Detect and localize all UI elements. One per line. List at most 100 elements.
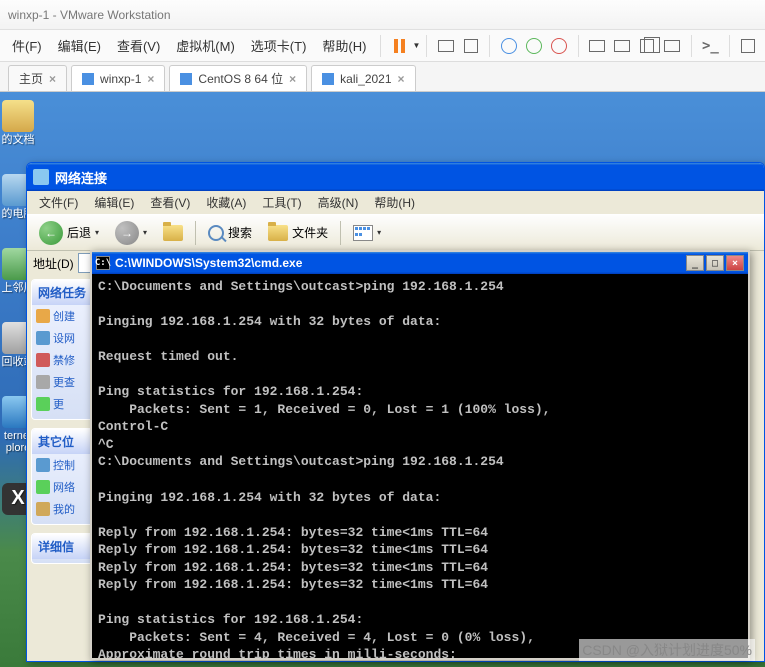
folder-icon: [268, 225, 288, 241]
snapshot-button[interactable]: [460, 34, 481, 58]
clock-icon: [551, 38, 567, 54]
sep: [380, 35, 381, 57]
close-button[interactable]: ×: [726, 255, 744, 271]
view-stretch-button[interactable]: [662, 34, 683, 58]
folders-label: 文件夹: [292, 224, 328, 241]
watermark: CSDN @入狱计划进度50%: [579, 639, 755, 661]
search-button[interactable]: 搜索: [202, 219, 258, 247]
close-icon[interactable]: ×: [398, 72, 405, 86]
netconn-toolbar: ←后退 ▾ → ▾ 搜索 文件夹 ▾: [27, 215, 764, 251]
pause-icon: [394, 39, 405, 53]
close-icon[interactable]: ×: [49, 72, 56, 86]
tab-home[interactable]: 主页 ×: [8, 65, 67, 91]
task-icon: [36, 331, 50, 345]
back-label: 后退: [67, 224, 91, 241]
link-label: 更查: [53, 374, 75, 390]
maximize-button[interactable]: □: [706, 255, 724, 271]
link-label: 禁修: [53, 352, 75, 368]
vm-icon: [82, 73, 94, 85]
console-button[interactable]: >_: [700, 34, 721, 58]
search-label: 搜索: [228, 224, 252, 241]
sep: [691, 35, 692, 57]
cmd-icon: C:\: [96, 256, 110, 270]
cmd-title: C:\WINDOWS\System32\cmd.exe: [115, 256, 302, 270]
view-single-button[interactable]: [587, 34, 608, 58]
cmd-output[interactable]: C:\Documents and Settings\outcast>ping 1…: [92, 274, 748, 658]
close-icon[interactable]: ×: [289, 72, 296, 86]
view-split-button[interactable]: [612, 34, 633, 58]
task-icon: [36, 397, 50, 411]
clock-green-button[interactable]: [523, 34, 544, 58]
menu-file[interactable]: 件(F): [4, 32, 50, 59]
close-icon[interactable]: ×: [147, 72, 154, 86]
multi-icon: [640, 39, 654, 53]
link-label: 创建: [53, 308, 75, 324]
forward-button[interactable]: → ▾: [109, 219, 153, 247]
window-buttons: _ □ ×: [686, 255, 744, 271]
views-button[interactable]: ▾: [347, 219, 387, 247]
back-button[interactable]: ←后退 ▾: [33, 219, 105, 247]
menu-help[interactable]: 帮助(H): [314, 32, 374, 59]
vm-icon: [180, 73, 192, 85]
sep: [195, 221, 196, 245]
folders-button[interactable]: 文件夹: [262, 219, 334, 247]
chevron-down-icon: ▾: [95, 228, 99, 237]
link-label: 网络: [53, 479, 75, 495]
forward-icon: →: [115, 221, 139, 245]
pause-button[interactable]: [389, 34, 410, 58]
menu-edit[interactable]: 编辑(E): [50, 32, 109, 59]
menu-advanced[interactable]: 高级(N): [310, 192, 367, 213]
link-label: 控制: [53, 457, 75, 473]
vmware-menubar: 件(F) 编辑(E) 查看(V) 虚拟机(M) 选项卡(T) 帮助(H) ▼ >…: [0, 30, 765, 62]
task-icon: [36, 375, 50, 389]
menu-tools[interactable]: 工具(T): [254, 192, 309, 213]
grid-icon: [438, 40, 454, 52]
menu-help[interactable]: 帮助(H): [366, 192, 423, 213]
netconn-titlebar[interactable]: 网络连接: [27, 163, 764, 191]
tiles-icon: [353, 225, 373, 241]
cmd-titlebar[interactable]: C:\ C:\WINDOWS\System32\cmd.exe _ □ ×: [92, 252, 748, 274]
link-label: 我的: [53, 501, 75, 517]
square-icon: [464, 39, 478, 53]
send-ctrl-alt-del-button[interactable]: [435, 34, 456, 58]
sep: [729, 35, 730, 57]
menu-tabs[interactable]: 选项卡(T): [243, 32, 315, 59]
menu-fav[interactable]: 收藏(A): [198, 192, 254, 213]
vmware-tab-bar: 主页 × winxp-1× CentOS 8 64 位× kali_2021 ×: [0, 62, 765, 92]
menu-edit[interactable]: 编辑(E): [86, 192, 142, 213]
task-icon: [36, 353, 50, 367]
menu-view[interactable]: 查看(V): [142, 192, 198, 213]
expand-icon: [741, 39, 755, 53]
sep: [340, 221, 341, 245]
menu-file[interactable]: 文件(F): [31, 192, 86, 213]
folder-up-icon: [163, 225, 183, 241]
link-label: 设网: [53, 330, 75, 346]
cmd-window: C:\ C:\WINDOWS\System32\cmd.exe _ □ × C:…: [90, 250, 750, 660]
up-button[interactable]: [157, 219, 189, 247]
network-icon: [33, 169, 49, 185]
monitor-icon: [614, 40, 630, 52]
tab-kali[interactable]: kali_2021 ×: [311, 65, 415, 91]
icon-label: 的文档: [2, 134, 35, 146]
link-label: 更: [53, 396, 64, 412]
minimize-button[interactable]: _: [686, 255, 704, 271]
tab-centos[interactable]: CentOS 8 64 位×: [169, 65, 307, 91]
netconn-menubar: 文件(F) 编辑(E) 查看(V) 收藏(A) 工具(T) 高级(N) 帮助(H…: [27, 191, 764, 215]
tab-label: kali_2021: [340, 72, 391, 86]
menu-view[interactable]: 查看(V): [109, 32, 168, 59]
tab-label: 主页: [19, 70, 43, 87]
menu-vm[interactable]: 虚拟机(M): [168, 32, 243, 59]
tab-winxp[interactable]: winxp-1×: [71, 65, 165, 91]
sep: [426, 35, 427, 57]
clock-blue-button[interactable]: [498, 34, 519, 58]
search-icon: [208, 225, 224, 241]
dropdown-icon[interactable]: ▼: [412, 41, 420, 50]
clock-red-button[interactable]: [549, 34, 570, 58]
view-multi-button[interactable]: [637, 34, 658, 58]
clock-icon: [501, 38, 517, 54]
place-icon: [36, 502, 50, 516]
my-documents-icon[interactable]: 的文档: [0, 100, 36, 146]
sep: [489, 35, 490, 57]
vmware-title: winxp-1 - VMware Workstation: [8, 8, 171, 22]
fullscreen-button[interactable]: [738, 34, 759, 58]
